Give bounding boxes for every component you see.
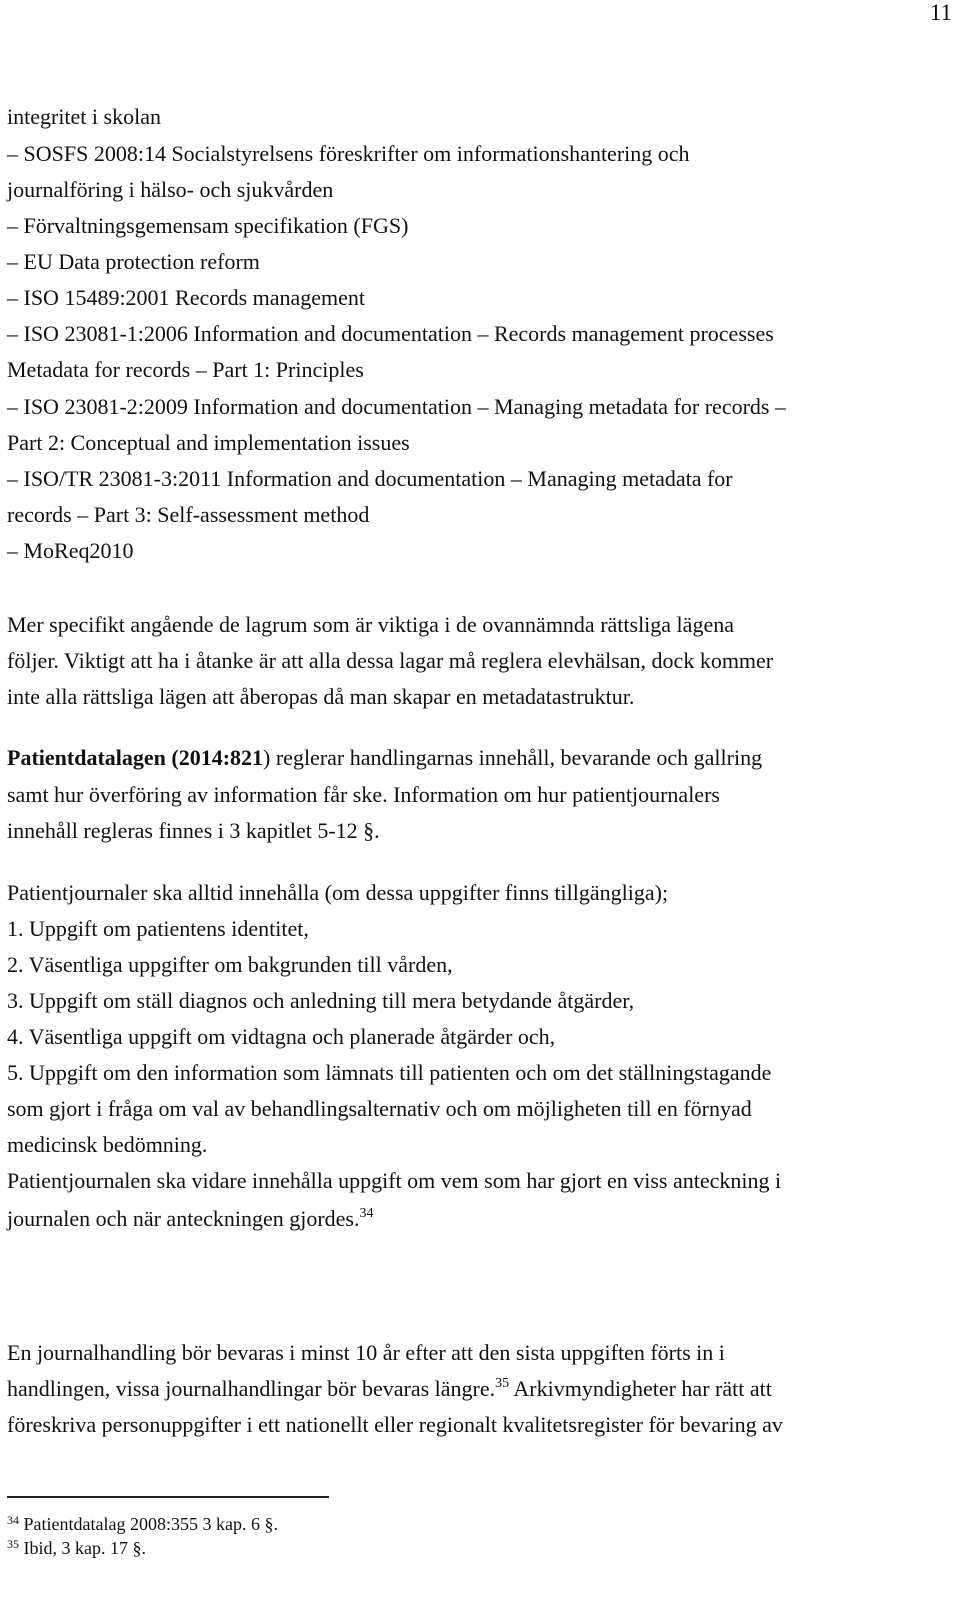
standards-list-item: Metadata for records – Part 1: Principle… — [7, 357, 364, 382]
standards-list-item: – ISO 23081-2:2009 Information and docum… — [7, 394, 786, 419]
footnote: 35 Ibid, 3 kap. 17 §. — [7, 1538, 146, 1558]
standards-list-item: – ISO 15489:2001 Records management — [7, 285, 366, 310]
standards-list-item: – Förvaltningsgemensam specifikation (FG… — [7, 213, 409, 238]
numbered-list-item: medicinsk bedömning. — [7, 1132, 208, 1157]
paragraph-line: Patientjournalen ska vidare innehålla up… — [7, 1168, 782, 1193]
paragraph-line: Patientjournaler ska alltid innehålla (o… — [7, 880, 669, 905]
paragraph-line: Patientdatalagen (2014:821) reglerar han… — [7, 745, 762, 771]
footnote-reference[interactable]: 34 — [359, 1206, 373, 1221]
footnote-reference[interactable]: 35 — [495, 1376, 509, 1391]
footnote-separator — [7, 1496, 329, 1498]
numbered-list-item: 3. Uppgift om ställ diagnos och anlednin… — [7, 988, 635, 1013]
paragraph-line: samt hur överföring av information får s… — [7, 782, 720, 807]
paragraph-line: handlingen, vissa journalhandlingar bör … — [7, 1376, 772, 1402]
numbered-list-item: 5. Uppgift om den information som lämnat… — [7, 1060, 772, 1085]
paragraph-line: Mer specifikt angående de lagrum som är … — [7, 612, 734, 637]
footnote-number: 35 — [7, 1537, 19, 1551]
numbered-list-item: 4. Väsentliga uppgift om vidtagna och pl… — [7, 1024, 556, 1049]
page-number: 11 — [929, 0, 952, 25]
paragraph-line: föreskriva personuppgifter i ett natione… — [7, 1412, 783, 1437]
paragraph-line: En journalhandling bör bevaras i minst 1… — [7, 1340, 725, 1365]
paragraph-line: journalen och när anteckningen gjordes.3… — [7, 1206, 373, 1232]
standards-list-item: – EU Data protection reform — [7, 249, 260, 274]
footnote: 34 Patientdatalag 2008:355 3 kap. 6 §. — [7, 1514, 278, 1534]
numbered-list-item: 1. Uppgift om patientens identitet, — [7, 916, 309, 941]
paragraph-line: innehåll regleras finnes i 3 kapitlet 5-… — [7, 818, 380, 843]
law-name-bold: Patientdatalagen (2014:821 — [7, 745, 264, 770]
numbered-list-item: som gjort i fråga om val av behandlingsa… — [7, 1096, 752, 1121]
paragraph-text: journalen och när anteckningen gjordes. — [7, 1206, 360, 1231]
list-intro: integritet i skolan — [7, 104, 161, 129]
standards-list-item: records – Part 3: Self-assessment method — [7, 502, 370, 527]
footnote-text: Patientdatalag 2008:355 3 kap. 6 §. — [19, 1514, 278, 1534]
paragraph-text: Arkivmyndigheter har rätt att — [509, 1376, 772, 1401]
paragraph-text: handlingen, vissa journalhandlingar bör … — [7, 1376, 496, 1401]
standards-list-item: – ISO/TR 23081-3:2011 Information and do… — [7, 466, 733, 491]
paragraph-text: ) reglerar handlingarnas innehåll, bevar… — [263, 745, 763, 770]
paragraph-line: inte alla rättsliga lägen att åberopas d… — [7, 684, 635, 709]
standards-list-item: – ISO 23081-1:2006 Information and docum… — [7, 321, 774, 346]
footnote-number: 34 — [7, 1513, 19, 1527]
standards-list-item: journalföring i hälso- och sjukvården — [7, 177, 334, 202]
standards-list-item: – MoReq2010 — [7, 538, 134, 563]
footnote-text: Ibid, 3 kap. 17 §. — [19, 1538, 146, 1558]
standards-list-item: Part 2: Conceptual and implementation is… — [7, 430, 410, 455]
standards-list-item: – SOSFS 2008:14 Socialstyrelsens föreskr… — [7, 141, 690, 166]
paragraph-line: följer. Viktigt att ha i åtanke är att a… — [7, 648, 774, 673]
numbered-list-item: 2. Väsentliga uppgifter om bakgrunden ti… — [7, 952, 453, 977]
